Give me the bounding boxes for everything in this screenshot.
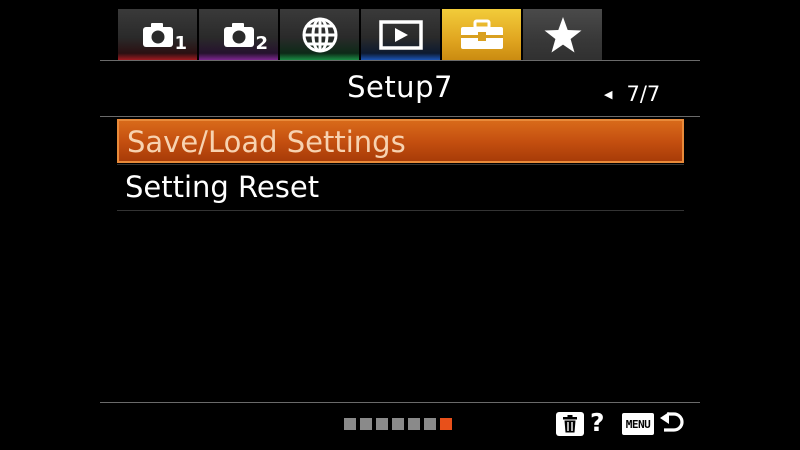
toolbox-icon (459, 19, 505, 51)
page-dot (344, 418, 356, 430)
tab-setup[interactable] (442, 9, 521, 61)
page-dot (360, 418, 372, 430)
footer-divider (100, 402, 700, 403)
menu-item-divider (117, 210, 684, 211)
page-dot (392, 418, 404, 430)
globe-icon (301, 16, 339, 54)
page-dots (344, 418, 456, 430)
tab-number: 1 (174, 33, 187, 54)
menu-item-save-load-settings[interactable]: Save/Load Settings (117, 119, 684, 163)
page-number: 7/7 (626, 82, 661, 106)
playback-icon (378, 20, 423, 50)
left-arrow-icon: ◀ (604, 88, 613, 101)
page-indicator[interactable]: ◀ 7/7 (604, 82, 660, 106)
camera-icon (141, 22, 175, 48)
trash-icon[interactable] (556, 412, 584, 436)
tab-network[interactable] (280, 9, 359, 61)
tab-playback[interactable] (361, 9, 440, 61)
help-icon[interactable]: ? (590, 408, 605, 437)
tab-camera-settings-2[interactable]: 2 (199, 9, 278, 61)
menu-item-divider (117, 164, 684, 165)
page-dot (408, 418, 420, 430)
tab-number: 2 (255, 33, 268, 54)
menu-item-setting-reset[interactable]: Setting Reset (117, 166, 684, 210)
page-dot-active (440, 418, 452, 430)
title-divider (100, 116, 700, 117)
menu-tab-bar: 1 2 (118, 9, 604, 61)
menu-button[interactable]: MENU (622, 413, 654, 435)
star-icon (543, 16, 583, 54)
tab-camera-settings-1[interactable]: 1 (118, 9, 197, 61)
back-arrow-icon[interactable] (658, 410, 684, 442)
tab-my-menu[interactable] (523, 9, 602, 61)
page-title: Setup7 (347, 70, 453, 104)
camera-icon (222, 22, 256, 48)
header-divider (100, 60, 700, 61)
page-dot (424, 418, 436, 430)
page-dot (376, 418, 388, 430)
